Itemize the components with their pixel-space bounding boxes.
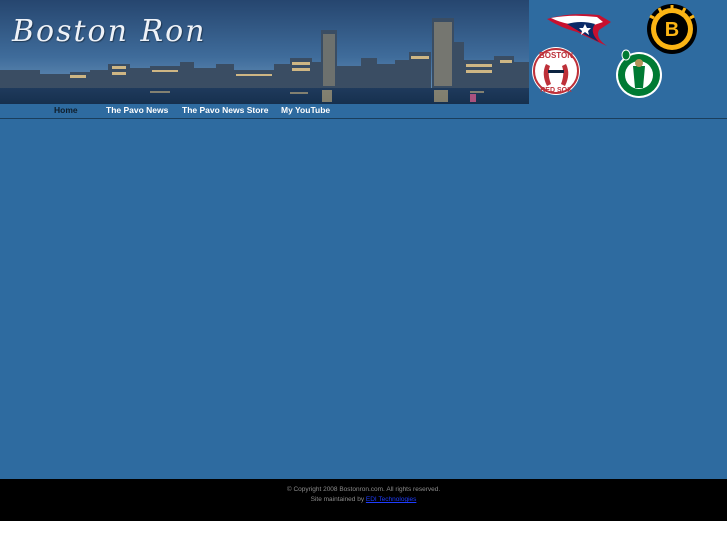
patriots-logo [547,14,611,46]
footer: © Copyright 2008 Bostonron.com. All righ… [0,479,727,521]
nav-home[interactable]: Home [54,104,78,118]
footer-maintained: Site maintained by EDI Technologies [0,495,727,505]
footer-copyright: © Copyright 2008 Bostonron.com. All righ… [286,486,441,493]
bruins-logo: B [647,4,697,54]
svg-text:BOSTON: BOSTON [539,51,573,60]
celtics-logo [616,49,662,98]
nav-the-pavo-news-store[interactable]: The Pavo News Store [182,104,268,118]
svg-text:RED SOX: RED SOX [540,87,572,94]
footer-maintainer-link[interactable]: EDI Technologies [366,496,416,503]
footer-maintained-prefix: Site maintained by [310,496,365,503]
nav-the-pavo-news[interactable]: The Pavo News [106,104,168,118]
bruins-b-letter: B [665,19,679,41]
main-content-area [0,119,727,479]
header-banner: Boston Ron B BOSTON RED SOX [0,0,727,104]
team-logos: B BOSTON RED SOX [529,0,727,104]
red-sox-logo: BOSTON RED SOX [532,47,580,95]
site-title: Boston Ron [12,14,207,49]
main-nav: Home The Pavo News The Pavo News Store M… [0,104,727,119]
nav-my-youtube[interactable]: My YouTube [281,104,330,118]
boston-skyline-image: Boston Ron [0,0,529,104]
